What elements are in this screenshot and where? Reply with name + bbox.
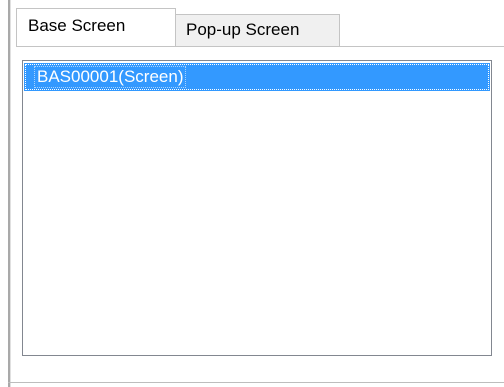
list-item-selected[interactable]: BAS00001(Screen) <box>24 63 490 91</box>
tab-popup-screen-label: Pop-up Screen <box>186 20 300 39</box>
tab-divider <box>16 46 504 47</box>
tab-popup-screen[interactable]: Pop-up Screen <box>175 14 340 46</box>
screen-list-panel: Base Screen Pop-up Screen BAS00001(Scree… <box>0 0 504 387</box>
tab-base-screen[interactable]: Base Screen <box>16 8 176 46</box>
list-item-label: BAS00001(Screen) <box>34 66 187 88</box>
tab-base-screen-label: Base Screen <box>28 16 126 35</box>
panel-left-border <box>8 0 11 387</box>
tab-strip: Base Screen Pop-up Screen <box>12 8 502 46</box>
screen-listbox[interactable]: BAS00001(Screen) <box>22 60 492 356</box>
panel-bottom-border <box>8 382 504 383</box>
